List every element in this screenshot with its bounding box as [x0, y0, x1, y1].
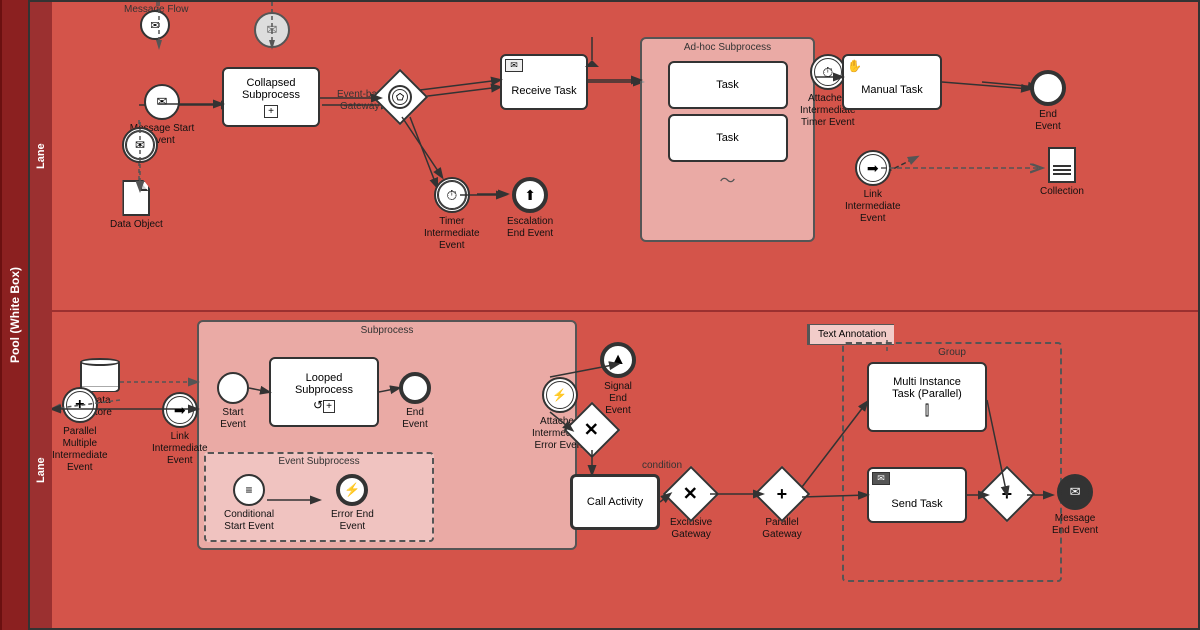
- send-task[interactable]: ✉ Send Task: [867, 467, 967, 523]
- lane-1-content: Event-based Gateway: [52, 2, 1198, 310]
- subprocess-container[interactable]: Subprocess StartEvent LoopedSubprocess ↺…: [197, 320, 577, 550]
- call-activity-box: Call Activity: [570, 474, 660, 530]
- excl-gw-1-icon: ✕: [584, 420, 599, 441]
- pool: Pool (White Box) Lane: [0, 0, 1200, 630]
- parallel-multiple-intermediate[interactable]: + ParallelMultipleIntermediateEvent: [52, 387, 108, 474]
- collection[interactable]: Collection: [1040, 147, 1084, 198]
- subprocess-start-label: StartEvent: [220, 407, 246, 431]
- end-event-label: EndEvent: [1035, 109, 1061, 133]
- message-start-circle: ✉: [144, 84, 180, 120]
- excl-gw-2-shape: ✕: [663, 466, 720, 523]
- msg-end-circle: ✉: [1057, 474, 1093, 510]
- collection-label: Collection: [1040, 186, 1084, 198]
- excl-gw-1-shape: ✕: [564, 402, 621, 459]
- timer-intermediate-event[interactable]: ⏱ TimerIntermediateEvent: [424, 177, 480, 252]
- timer-int-label: TimerIntermediateEvent: [424, 216, 480, 252]
- subprocess-end-event[interactable]: EndEvent: [399, 372, 431, 431]
- exclusive-gateway-2[interactable]: ✕ ExclusiveGateway: [670, 474, 712, 541]
- link-int-2-circle: ➡: [162, 392, 198, 428]
- event-based-gateway[interactable]: ⬠: [380, 77, 420, 117]
- timer-int-circle: ⏱: [434, 177, 470, 213]
- lane1-arrows: [52, 2, 1198, 310]
- looped-subprocess[interactable]: LoopedSubprocess ↺+: [269, 357, 379, 427]
- event-based-gateway-shape: ⬠: [372, 69, 429, 126]
- link-int-circle: ➡: [855, 150, 891, 186]
- manual-task[interactable]: ✋ Manual Task: [842, 54, 942, 110]
- adhoc-task-1[interactable]: Task: [668, 61, 788, 109]
- looped-subprocess-box: LoopedSubprocess ↺+: [269, 357, 379, 427]
- lane-2-content: Subprocess StartEvent LoopedSubprocess ↺…: [52, 312, 1198, 628]
- lane1-connectors: Event-based Gateway: [52, 2, 1198, 310]
- lane-2: Lane Subprocess StartEvent Lo: [30, 312, 1198, 628]
- conditional-start-event[interactable]: ≡ ConditionalStart Event: [224, 474, 274, 533]
- collapsed-subprocess-box: CollapsedSubprocess +: [222, 67, 320, 127]
- cond-start-label: ConditionalStart Event: [224, 509, 274, 533]
- msg-end-label: MessageEnd Event: [1052, 513, 1098, 537]
- manual-task-box: ✋ Manual Task: [842, 54, 942, 110]
- message-event-top[interactable]: ✉: [140, 10, 170, 40]
- parallel-gateway-2[interactable]: +: [987, 474, 1027, 514]
- escalation-end-label: EscalationEnd Event: [507, 216, 553, 240]
- signal-end-circle: ▲: [600, 342, 636, 378]
- parallel-gateway[interactable]: + ParallelGateway: [762, 474, 802, 541]
- link-int-2-label: LinkIntermediateEvent: [152, 431, 208, 467]
- condition-label: condition: [642, 460, 682, 471]
- subprocess-end-label: EndEvent: [402, 407, 428, 431]
- adhoc-task-2[interactable]: Task: [668, 114, 788, 162]
- par-gw-2-icon: +: [1002, 483, 1013, 504]
- par-gw-icon: +: [777, 483, 788, 504]
- data-object[interactable]: Data Object: [110, 180, 163, 231]
- signal-end-event[interactable]: ▲ SignalEndEvent: [600, 342, 636, 417]
- call-activity[interactable]: Call Activity: [570, 474, 660, 530]
- message-event-2[interactable]: ✉: [254, 12, 290, 48]
- pool-content: Lane: [30, 2, 1198, 628]
- error-end-label: Error EndEvent: [331, 509, 374, 533]
- message-end-event[interactable]: ✉ MessageEnd Event: [1052, 474, 1098, 537]
- lane-1: Lane: [30, 2, 1198, 312]
- collapsed-subprocess[interactable]: CollapsedSubprocess +: [222, 67, 320, 127]
- receive-task[interactable]: ✉ Receive Task: [500, 54, 588, 110]
- par-gw-2-shape: +: [979, 466, 1036, 523]
- attached-timer-circle: ⏱: [810, 54, 846, 90]
- message-intermediate-event[interactable]: ✉: [122, 127, 158, 163]
- link-intermediate-event[interactable]: ➡ LinkIntermediateEvent: [845, 150, 901, 225]
- par-mult-circle: +: [62, 387, 98, 423]
- svg-text:Gateway: Gateway: [340, 101, 379, 112]
- escalation-end-event[interactable]: ⬆ EscalationEnd Event: [507, 177, 553, 240]
- data-object-label: Data Object: [110, 219, 163, 231]
- end-event-1[interactable]: EndEvent: [1030, 70, 1066, 133]
- send-task-box: ✉ Send Task: [867, 467, 967, 523]
- lane-1-label: Lane: [30, 2, 52, 310]
- subprocess-start-event[interactable]: StartEvent: [217, 372, 249, 431]
- escalation-end-circle: ⬆: [512, 177, 548, 213]
- msg-int-circle: ✉: [122, 127, 158, 163]
- par-mult-label: ParallelMultipleIntermediateEvent: [52, 426, 108, 474]
- excl-gw-2-icon: ✕: [684, 484, 699, 505]
- link-int-label: LinkIntermediateEvent: [845, 189, 901, 225]
- attached-error-circle: ⚡: [542, 377, 578, 413]
- event-based-gateway-icon: ⬠: [388, 85, 412, 109]
- adhoc-subprocess[interactable]: Ad-hoc Subprocess Task Task 〜: [640, 37, 815, 242]
- end-event-circle: [1030, 70, 1066, 106]
- multi-inst-box: Multi InstanceTask (Parallel) ⫿: [867, 362, 987, 432]
- exclusive-gateway-1[interactable]: ✕: [572, 410, 612, 450]
- lane-2-label: Lane: [30, 312, 52, 628]
- pool-label: Pool (White Box): [0, 0, 28, 630]
- multi-instance-task[interactable]: Multi InstanceTask (Parallel) ⫿: [867, 362, 987, 432]
- error-end-event[interactable]: ⚡ Error EndEvent: [331, 474, 374, 533]
- pool-inner: Lane: [28, 0, 1200, 630]
- par-gw-shape: +: [754, 466, 811, 523]
- receive-task-box: ✉ Receive Task: [500, 54, 588, 110]
- link-int-event-2[interactable]: ➡ LinkIntermediateEvent: [152, 392, 208, 467]
